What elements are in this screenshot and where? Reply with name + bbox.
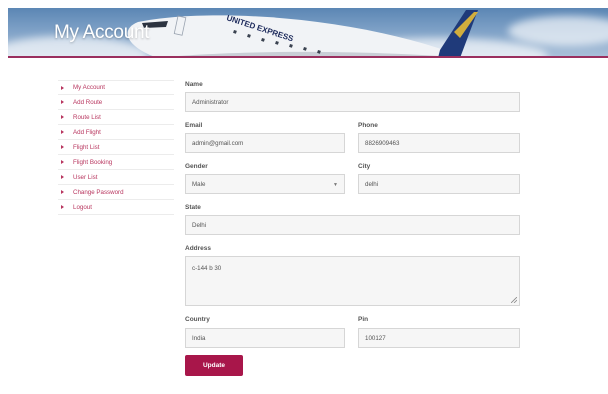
email-field[interactable]: admin@gmail.com: [185, 133, 345, 153]
gender-select[interactable]: Male ▼: [185, 174, 345, 194]
triangle-right-icon: [61, 205, 64, 209]
country-label: Country: [185, 316, 210, 323]
phone-value: 8826909463: [365, 139, 400, 147]
city-label: City: [358, 163, 371, 170]
country-value: India: [192, 334, 206, 342]
resize-grip-icon[interactable]: [511, 297, 517, 303]
triangle-right-icon: [61, 130, 64, 134]
sidebar-item-change-password[interactable]: Change Password: [58, 185, 174, 200]
update-button[interactable]: Update: [185, 355, 243, 376]
sidebar-item-my-account[interactable]: My Account: [58, 80, 174, 95]
gender-value: Male: [192, 180, 206, 188]
triangle-right-icon: [61, 115, 64, 119]
sidebar-item-logout[interactable]: Logout: [58, 200, 174, 215]
state-label: State: [185, 204, 201, 211]
sidebar-item-label: Change Password: [73, 188, 124, 196]
city-value: delhi: [365, 180, 379, 188]
country-field[interactable]: India: [185, 328, 345, 348]
sidebar-item-label: Flight Booking: [73, 158, 113, 166]
sidebar-item-label: Route List: [73, 113, 101, 121]
triangle-right-icon: [61, 160, 64, 164]
sidebar-nav: My Account Add Route Route List Add Flig…: [58, 80, 174, 215]
sidebar-item-add-route[interactable]: Add Route: [58, 95, 174, 110]
page-title: My Account: [54, 22, 150, 43]
state-value: Delhi: [192, 221, 207, 229]
sidebar-item-label: Add Flight: [73, 128, 101, 136]
sidebar-item-flight-list[interactable]: Flight List: [58, 140, 174, 155]
triangle-right-icon: [61, 100, 64, 104]
sidebar-item-label: Flight List: [73, 143, 100, 151]
sidebar-item-user-list[interactable]: User List: [58, 170, 174, 185]
sidebar-item-label: Logout: [73, 203, 92, 211]
pin-label: Pin: [358, 316, 369, 323]
sidebar-item-flight-booking[interactable]: Flight Booking: [58, 155, 174, 170]
email-label: Email: [185, 122, 203, 129]
pin-field[interactable]: 100127: [358, 328, 520, 348]
header-banner: UNITED EXPRESS My Account: [8, 8, 608, 58]
address-textarea[interactable]: c-144 b 30: [185, 256, 520, 306]
phone-field[interactable]: 8826909463: [358, 133, 520, 153]
sidebar-item-label: Add Route: [73, 98, 103, 106]
triangle-right-icon: [61, 145, 64, 149]
chevron-down-icon: ▼: [333, 182, 338, 188]
name-field[interactable]: Administrator: [185, 92, 520, 112]
sidebar-item-label: User List: [73, 173, 98, 181]
phone-label: Phone: [358, 122, 378, 129]
address-label: Address: [185, 245, 212, 252]
email-value: admin@gmail.com: [192, 139, 244, 147]
gender-label: Gender: [185, 163, 208, 170]
name-value: Administrator: [192, 98, 229, 106]
triangle-right-icon: [61, 175, 64, 179]
address-value: c-144 b 30: [192, 265, 222, 272]
triangle-right-icon: [61, 190, 64, 194]
state-field[interactable]: Delhi: [185, 215, 520, 235]
city-field[interactable]: delhi: [358, 174, 520, 194]
name-label: Name: [185, 81, 203, 88]
triangle-right-icon: [61, 85, 64, 90]
sidebar-item-route-list[interactable]: Route List: [58, 110, 174, 125]
pin-value: 100127: [365, 334, 386, 342]
sidebar-item-label: My Account: [73, 84, 105, 91]
sidebar-item-add-flight[interactable]: Add Flight: [58, 125, 174, 140]
